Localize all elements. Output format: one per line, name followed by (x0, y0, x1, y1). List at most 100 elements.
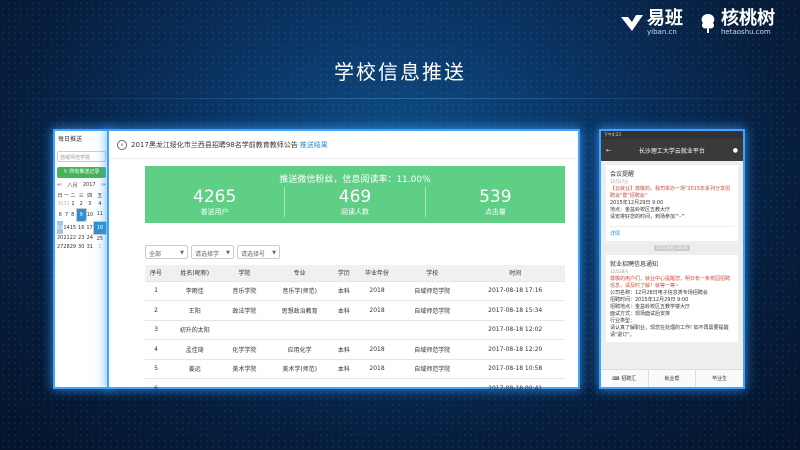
tab-employment[interactable]: 就业帮 (649, 370, 697, 387)
calendar-day[interactable]: 2 (76, 200, 86, 209)
tab-label: 就业帮 (664, 376, 680, 382)
filter-bar: 全部 ▼ 请选择学 ▼ 请选择号 ▼ (145, 245, 280, 259)
filter-all-select[interactable]: 全部 ▼ (145, 245, 188, 259)
phone-tab-bar: ⌨ 招聘汇 就业帮 毕业生 (601, 369, 743, 387)
table-cell (354, 378, 400, 398)
table-cell: 本科 (332, 339, 355, 359)
table-cell: 2018 (354, 280, 400, 301)
tab-graduates[interactable]: 毕业生 (696, 370, 743, 387)
card-line: 【云就业】尊敬的，我司举办一场"2015年系列分享招聘会"暨"招聘会" (610, 186, 731, 199)
table-row[interactable]: 4 孟佳琦 化学学院 应用化学 本科 2018 自域师范学院 2017-08-18 12:20 (145, 339, 565, 359)
phone-preview: 下午4:23 ← 长沙理工大学云就业平台 ● 会议提醒 12月27日 【云就业】… (601, 131, 743, 387)
tab-recruit[interactable]: ⌨ 招聘汇 (601, 370, 649, 387)
calendar-next-icon[interactable]: ›» (101, 182, 106, 189)
tab-label: 招聘汇 (621, 376, 637, 382)
calendar-day[interactable]: 1 (93, 243, 106, 252)
stat-clicks: 539 点击量 (426, 187, 565, 217)
table-row[interactable]: 5 姜远 美术学院 美术学(师范) 本科 2018 自域师范学院 2017-08-18 10:… (145, 358, 565, 379)
calendar-weekday: 二 (70, 192, 76, 199)
table-cell: 。 (167, 378, 223, 398)
calendar-day[interactable]: 18 (92, 220, 108, 235)
all-push-records-button[interactable]: ↻ 所有推送记录 (57, 167, 106, 178)
chevron-down-icon: ▼ (226, 250, 230, 256)
chevron-down-icon: ▼ (272, 250, 276, 256)
calendar-day[interactable]: 28 (63, 243, 69, 252)
filter-number-label: 请选择号 (241, 251, 266, 258)
stat-label: 普送用户 (200, 208, 229, 216)
panel-header: ‹ 2017黑龙江绥化市兰西县招聘98名学前教育教师公告 推送结果 (109, 131, 578, 159)
calendar-prev-icon[interactable]: «‹ (57, 182, 62, 189)
table-cell (266, 378, 333, 398)
table-cell: 自域师范学院 (399, 339, 466, 359)
card-line: 2015年12月29日 9:00 (610, 200, 664, 206)
table-cell: 自域师范学院 (399, 300, 466, 320)
meeting-reminder-card[interactable]: 会议提醒 12月27日 【云就业】尊敬的，我司举办一场"2015年系列分享招聘会… (606, 165, 738, 241)
column-header: 毕业年份 (354, 265, 400, 281)
table-cell (399, 378, 466, 398)
card-line: 行业类型： (610, 318, 636, 324)
chevron-down-icon: ▼ (180, 250, 184, 256)
hetaoshu-brand-name: 核桃树 (721, 7, 775, 29)
card-detail-link[interactable]: 详情 (610, 226, 734, 237)
calendar-weekday: 日 (57, 192, 63, 199)
table-row[interactable]: 2 王阳 政法学院 思想政治教育 本科 2018 自域师范学院 2017-08-18 15:3… (145, 300, 565, 320)
table-cell (354, 319, 400, 340)
calendar-year-select[interactable]: 2017 (83, 182, 96, 189)
calendar-day[interactable]: 31 (86, 243, 93, 252)
user-icon[interactable]: ● (733, 147, 738, 154)
stat-number: 4265 (193, 187, 237, 207)
table-cell: 本科 (332, 300, 355, 320)
table-cell: 自域师范学院 (399, 280, 466, 301)
phone-nav-bar: ← 长沙理工大学云就业平台 ● (601, 139, 743, 161)
calendar-month-select[interactable]: 八月 (67, 182, 77, 189)
stat-number: 539 (479, 187, 512, 207)
column-header: 序号 (145, 265, 168, 281)
filter-number-select[interactable]: 请选择号 ▼ (237, 245, 280, 259)
phone-status-bar: 下午4:23 (601, 131, 743, 139)
back-icon[interactable]: ‹ (117, 139, 127, 150)
table-cell: 音乐学(师范) (266, 280, 333, 301)
back-arrow-icon[interactable]: ← (606, 147, 611, 154)
calendar-day[interactable]: 25 (93, 234, 106, 243)
calendar-day[interactable]: 24 (86, 234, 93, 243)
calendar-day[interactable]: 9 (75, 207, 87, 222)
calendar-day[interactable]: 17 (86, 221, 93, 234)
table-cell: 初升的太阳 (167, 319, 223, 340)
table-cell (266, 319, 333, 340)
table-cell (332, 378, 355, 398)
calendar-day[interactable]: 11 (93, 208, 106, 221)
table-row[interactable]: 6。 2017-08-18 00:41 (145, 378, 565, 398)
stat-readers: 469 阅读人数 (285, 187, 426, 217)
sidebar: 每日推送 自域师范学院 ↻ 所有推送记录 «‹ 八月 2017 ›» 日一二三四… (55, 131, 113, 387)
table-cell (222, 378, 267, 398)
calendar-day[interactable]: 3 (86, 200, 93, 209)
column-header: 学校 (399, 265, 466, 281)
table-cell: 应用化学 (266, 339, 333, 359)
calendar-day[interactable]: 4 (93, 200, 106, 209)
filter-college-select[interactable]: 请选择学 ▼ (191, 245, 234, 259)
table-cell: 2017-08-18 00:41 (465, 378, 565, 398)
job-notice-card[interactable]: 就业招聘信息通知 12月28日 尊敬的用户们，就业中心提醒您，明日有一条校园招聘… (606, 255, 738, 342)
calendar-day[interactable]: 22 (70, 234, 76, 243)
calendar-day[interactable]: 31 (63, 200, 69, 209)
calendar-day[interactable]: 30 (76, 243, 86, 252)
hetaoshu-brand-url: hetaoshu.com (721, 27, 771, 36)
table-cell: 音乐学院 (222, 280, 267, 301)
table-row[interactable]: 1 李雨佳 音乐学院 音乐学(师范) 本科 2018 自域师范学院 2017-08-18 17… (145, 280, 565, 301)
calendar-day[interactable]: 16 (76, 221, 86, 234)
calendar-weekday: 四 (87, 192, 93, 199)
calendar-day[interactable]: 23 (76, 234, 86, 243)
calendar-day[interactable]: 21 (63, 234, 69, 243)
table-cell: 王阳 (167, 300, 223, 320)
table-row[interactable]: 3 初升的太阳 2017-08-18 12:02 (145, 319, 565, 340)
push-result-link[interactable]: 推送结果 (300, 140, 328, 150)
table-cell: 姜远 (167, 358, 223, 379)
card-line: 地点：金盆岭校区五教大厅 (610, 207, 671, 213)
table-cell: 2018 (354, 358, 400, 379)
calendar-grid: 日一二三四五六 30311234567891011121314151617181… (57, 191, 113, 251)
stat-label: 阅读人数 (340, 208, 369, 216)
school-search-input[interactable]: 自域师范学院 (57, 151, 106, 162)
calendar-day[interactable]: 29 (70, 243, 76, 252)
slide-title: 学校信息推送 (334, 60, 466, 84)
calendar-day[interactable]: 10 (86, 208, 93, 221)
